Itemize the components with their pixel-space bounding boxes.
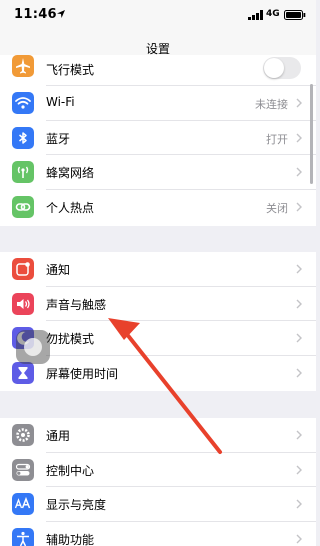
row-label: 控制中心 <box>46 463 95 478</box>
scroll-indicator <box>310 84 313 184</box>
settings-row-airplane-mode[interactable]: 飞行模式 <box>0 55 316 86</box>
cellular-antenna-icon <box>12 161 34 183</box>
settings-row-cellular[interactable]: 蜂窝网络 <box>0 155 316 190</box>
assistive-touch-button[interactable] <box>16 330 50 364</box>
network-type: 4G <box>266 9 280 19</box>
chevron-right-icon <box>296 133 302 142</box>
airplane-mode-toggle[interactable] <box>263 57 301 79</box>
row-label: 辅助功能 <box>46 532 95 546</box>
battery-icon <box>284 10 306 20</box>
settings-row-wifi[interactable]: Wi-Fi 未连接 <box>0 86 316 121</box>
switches-icon <box>12 458 34 481</box>
signal-bars-icon <box>248 10 263 20</box>
chevron-right-icon <box>296 333 302 343</box>
notification-icon <box>12 258 34 280</box>
gear-icon <box>12 424 34 446</box>
connectivity-group: 飞行模式 Wi-Fi 未连接 蓝牙 打开 蜂窝网络 个人热点 关闭 <box>0 55 316 226</box>
settings-row-hotspot[interactable]: 个人热点 关闭 <box>0 190 316 225</box>
chevron-right-icon <box>296 264 302 274</box>
hotspot-link-icon <box>12 195 34 218</box>
status-bar: 11:46 4G <box>0 0 316 34</box>
text-size-icon <box>12 493 34 515</box>
chevron-right-icon <box>296 499 302 509</box>
toggle-knob <box>264 58 284 78</box>
hourglass-icon <box>12 361 34 384</box>
row-value: 未连接 <box>255 98 288 111</box>
settings-row-sounds[interactable]: 声音与触感 <box>0 287 316 321</box>
settings-row-bluetooth[interactable]: 蓝牙 打开 <box>0 121 316 155</box>
chevron-right-icon <box>296 299 302 308</box>
settings-row-accessibility[interactable]: 辅助功能 <box>0 522 316 546</box>
assistive-touch-ring <box>24 338 42 356</box>
chevron-right-icon <box>296 202 302 211</box>
row-label: 通知 <box>46 263 71 277</box>
chevron-right-icon <box>296 98 302 108</box>
row-label: 通用 <box>46 429 71 443</box>
row-label: 勿扰模式 <box>46 332 95 346</box>
chevron-right-icon <box>296 430 302 440</box>
notifications-group: 通知 声音与触感 勿扰模式 屏幕使用时间 <box>0 252 316 391</box>
speaker-icon <box>12 292 34 315</box>
settings-row-display[interactable]: 显示与亮度 <box>0 487 316 522</box>
row-label: 声音与触感 <box>46 297 107 312</box>
row-label: 飞行模式 <box>46 63 95 77</box>
row-label: 蜂窝网络 <box>46 166 95 180</box>
settings-row-control-center[interactable]: 控制中心 <box>0 453 316 487</box>
row-value: 关闭 <box>266 201 288 215</box>
bluetooth-icon <box>12 126 34 149</box>
chevron-right-icon <box>296 368 302 377</box>
row-label: Wi-Fi <box>46 95 75 109</box>
chevron-right-icon <box>296 534 302 543</box>
row-label: 蓝牙 <box>46 131 71 146</box>
chevron-right-icon <box>296 465 302 474</box>
accessibility-person-icon <box>12 527 34 546</box>
row-label: 显示与亮度 <box>46 498 107 512</box>
settings-row-general[interactable]: 通用 <box>0 418 316 453</box>
row-label: 屏幕使用时间 <box>46 366 119 381</box>
wifi-icon <box>12 92 34 114</box>
chevron-right-icon <box>296 167 302 177</box>
general-group: 通用 控制中心 显示与亮度 辅助功能 <box>0 418 316 546</box>
airplane-icon <box>12 55 34 77</box>
settings-row-notifications[interactable]: 通知 <box>0 252 316 287</box>
row-label: 个人热点 <box>46 200 95 215</box>
status-time: 11:46 <box>14 7 57 22</box>
location-arrow-icon <box>57 10 65 18</box>
row-value: 打开 <box>266 132 288 146</box>
